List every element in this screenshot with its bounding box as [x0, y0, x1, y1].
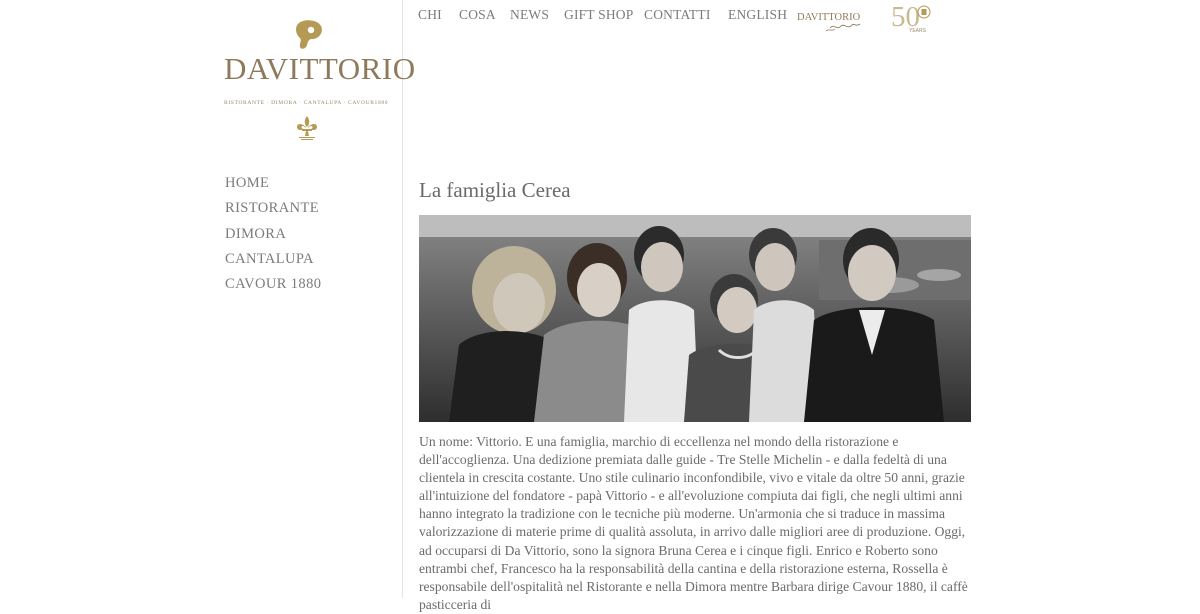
logo-word-prefix: DA — [224, 51, 266, 86]
side-nav-cantalupa[interactable]: CANTALUPA — [225, 250, 321, 275]
davittorio-logo[interactable]: DAVITTORIO RISTORANTE · DIMORA · CANTALU… — [224, 20, 415, 106]
fleur-de-lis-icon — [297, 116, 317, 140]
top-nav-contatti[interactable]: CONTATTI — [644, 7, 711, 23]
side-nav-ristorante[interactable]: RISTORANTE — [225, 199, 321, 224]
family-photo — [419, 215, 971, 422]
side-nav-cavour-1880[interactable]: CAVOUR 1880 — [225, 275, 321, 300]
years-label: YEARS — [909, 28, 927, 34]
side-nav-home[interactable]: HOME — [225, 174, 321, 199]
50-years-logo[interactable]: 50 YEARS — [890, 0, 938, 34]
top-nav-english[interactable]: ENGLISH — [728, 7, 787, 23]
logo-wordmark: DAVITTORIO — [224, 51, 415, 86]
logo-word-main: VITTORIO — [265, 51, 416, 86]
family-photo-image — [419, 215, 971, 422]
sig-logo-word: DAVITTORIO — [797, 12, 861, 23]
top-nav-cosa[interactable]: COSA — [459, 7, 496, 23]
top-nav-chi[interactable]: CHI — [418, 7, 442, 23]
davittorio-signature-logo[interactable]: DAVITTORIO — [796, 8, 866, 34]
page-title: La famiglia Cerea — [419, 178, 571, 202]
top-nav-gift-shop[interactable]: GIFT SHOP — [564, 7, 633, 23]
logo-subtitle: RISTORANTE · DIMORA · CANTALUPA · CAVOUR… — [224, 100, 389, 106]
logo-mark-icon — [296, 20, 322, 49]
body-paragraph: Un nome: Vittorio. E una famiglia, march… — [419, 434, 968, 612]
top-nav-news[interactable]: NEWS — [510, 7, 549, 23]
side-nav: HOME RISTORANTE DIMORA CANTALUPA CAVOUR … — [225, 174, 321, 300]
column-divider — [402, 0, 403, 598]
side-nav-dimora[interactable]: DIMORA — [225, 225, 321, 250]
